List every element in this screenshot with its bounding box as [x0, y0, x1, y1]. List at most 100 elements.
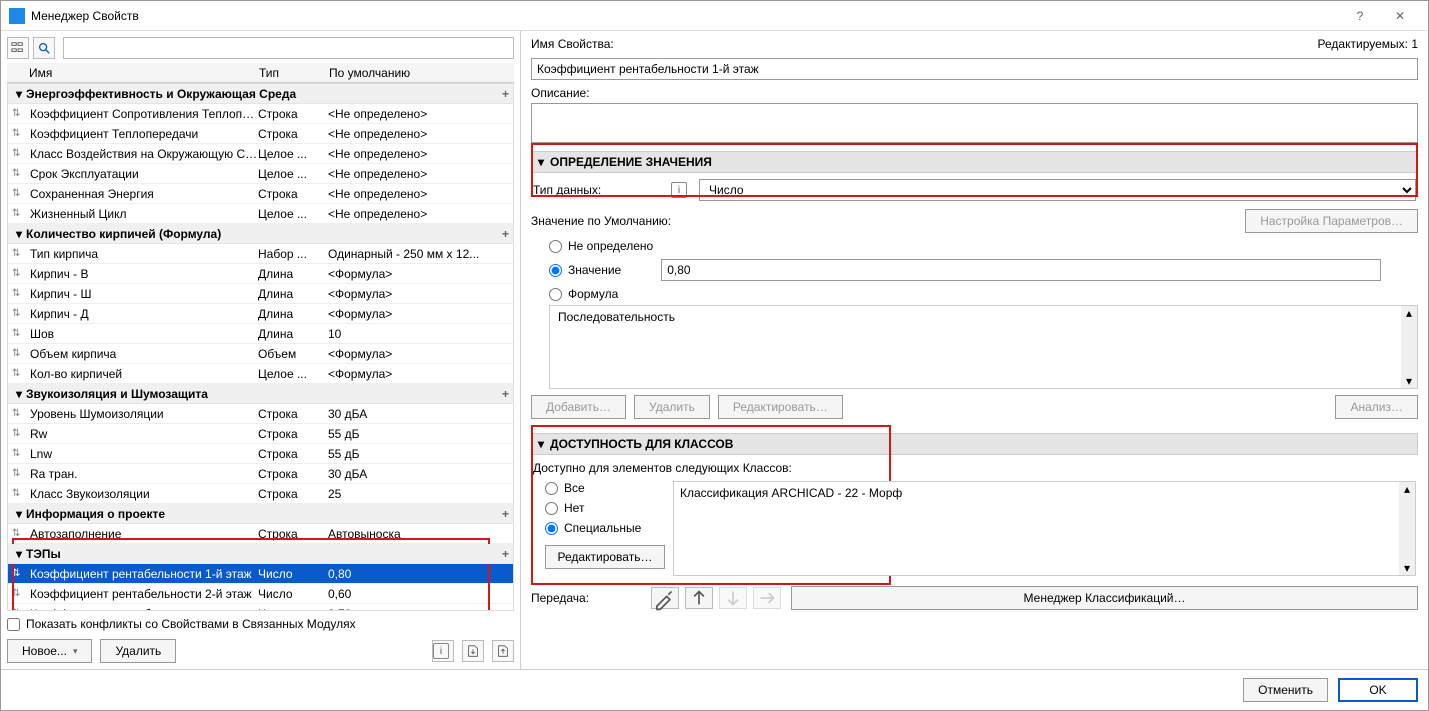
property-row[interactable]: ⇅Ra тран.Строка30 дБА: [8, 464, 513, 484]
prop-type: Длина: [258, 327, 328, 341]
default-value-input[interactable]: [661, 259, 1381, 281]
property-row[interactable]: ⇅АвтозаполнениеСтрокаАвтовыноска: [8, 524, 513, 544]
close-button[interactable]: ✕: [1380, 9, 1420, 23]
property-tree[interactable]: ▾Энергоэффективность и Окружающая Среда+…: [7, 83, 514, 611]
property-row[interactable]: ⇅Кирпич - ШДлина<Формула>: [8, 284, 513, 304]
add-property-icon[interactable]: +: [502, 227, 509, 241]
class-item[interactable]: Классификация ARCHICAD - 22 - Морф: [680, 486, 1409, 500]
drag-handle-icon[interactable]: ⇅: [12, 588, 26, 599]
undefined-radio[interactable]: Не определено: [549, 239, 1418, 253]
prop-type: Длина: [258, 287, 328, 301]
drag-handle-icon[interactable]: ⇅: [12, 328, 26, 339]
info-icon-button[interactable]: i: [432, 640, 454, 662]
export-icon-button[interactable]: [492, 640, 514, 662]
cancel-button[interactable]: Отменить: [1243, 678, 1328, 702]
scroll-up-icon[interactable]: ▴: [1406, 306, 1412, 320]
all-radio[interactable]: Все: [545, 481, 665, 495]
value-definition-section[interactable]: ▾ ОПРЕДЕЛЕНИЕ ЗНАЧЕНИЯ: [531, 151, 1418, 173]
group-row[interactable]: ▾Звукоизоляция и Шумозащита+: [8, 384, 513, 404]
property-row[interactable]: ⇅Срок ЭксплуатацииЦелое ...<Не определен…: [8, 164, 513, 184]
property-row[interactable]: ⇅Класс Воздействия на Окружающую СредуЦе…: [8, 144, 513, 164]
prop-name: Коэффициент рентабельности здания: [26, 607, 258, 612]
add-property-icon[interactable]: +: [502, 387, 509, 401]
drag-handle-icon[interactable]: ⇅: [12, 148, 26, 159]
group-row[interactable]: ▾ТЭПы+: [8, 544, 513, 564]
scroll-down-icon[interactable]: ▾: [1406, 374, 1412, 388]
prop-type: Целое ...: [258, 367, 328, 381]
drag-handle-icon[interactable]: ⇅: [12, 368, 26, 379]
import-icon-button[interactable]: [462, 640, 484, 662]
drag-handle-icon[interactable]: ⇅: [12, 308, 26, 319]
delete-button[interactable]: Удалить: [100, 639, 176, 663]
inject-up-icon[interactable]: [685, 587, 713, 609]
property-name-input[interactable]: [531, 58, 1418, 80]
group-row[interactable]: ▾Информация о проекте+: [8, 504, 513, 524]
drag-handle-icon[interactable]: ⇅: [12, 128, 26, 139]
property-row[interactable]: ⇅Жизненный ЦиклЦелое ...<Не определено>: [8, 204, 513, 224]
property-row[interactable]: ⇅Коэффициент Сопротивления Теплопер...Ст…: [8, 104, 513, 124]
prop-name: Коэффициент Сопротивления Теплопер...: [26, 107, 258, 121]
add-property-icon[interactable]: +: [502, 507, 509, 521]
drag-handle-icon[interactable]: ⇅: [12, 348, 26, 359]
class-list[interactable]: Классификация ARCHICAD - 22 - Морф ▴ ▾: [673, 481, 1416, 576]
property-row[interactable]: ⇅Коэффициент рентабельности зданияЧисло0…: [8, 604, 513, 611]
scroll-down-icon[interactable]: ▾: [1404, 561, 1410, 575]
drag-handle-icon[interactable]: ⇅: [12, 408, 26, 419]
ok-button[interactable]: OK: [1338, 678, 1418, 702]
drag-handle-icon[interactable]: ⇅: [12, 428, 26, 439]
search-icon[interactable]: [33, 37, 55, 59]
drag-handle-icon[interactable]: ⇅: [12, 208, 26, 219]
info-icon[interactable]: i: [671, 182, 687, 198]
property-row[interactable]: ⇅Кирпич - ДДлина<Формула>: [8, 304, 513, 324]
property-row[interactable]: ⇅ШовДлина10: [8, 324, 513, 344]
help-button[interactable]: ?: [1340, 9, 1380, 23]
drag-handle-icon[interactable]: ⇅: [12, 248, 26, 259]
drag-handle-icon[interactable]: ⇅: [12, 268, 26, 279]
drag-handle-icon[interactable]: ⇅: [12, 528, 26, 539]
group-row[interactable]: ▾Количество кирпичей (Формула)+: [8, 224, 513, 244]
property-row[interactable]: ⇅Объем кирпичаОбъем<Формула>: [8, 344, 513, 364]
value-radio[interactable]: Значение: [549, 263, 621, 277]
edit-classes-button[interactable]: Редактировать…: [545, 545, 665, 569]
property-row[interactable]: ⇅Коэффициент рентабельности 1-й этажЧисл…: [8, 564, 513, 584]
drag-handle-icon[interactable]: ⇅: [12, 488, 26, 499]
search-input[interactable]: [63, 37, 514, 59]
property-row[interactable]: ⇅Класс ЗвукоизоляцииСтрока25: [8, 484, 513, 504]
property-row[interactable]: ⇅Уровень ШумоизоляцииСтрока30 дБА: [8, 404, 513, 424]
property-row[interactable]: ⇅Кирпич - ВДлина<Формула>: [8, 264, 513, 284]
description-label: Описание:: [531, 86, 1418, 100]
none-radio[interactable]: Нет: [545, 501, 665, 515]
property-row[interactable]: ⇅Коэффициент ТеплопередачиСтрока<Не опре…: [8, 124, 513, 144]
tree-view-icon[interactable]: [7, 37, 29, 59]
add-property-icon[interactable]: +: [502, 547, 509, 561]
col-type: Тип: [259, 66, 329, 80]
group-row[interactable]: ▾Энергоэффективность и Окружающая Среда+: [8, 84, 513, 104]
drag-handle-icon[interactable]: ⇅: [12, 608, 26, 611]
drag-handle-icon[interactable]: ⇅: [12, 108, 26, 119]
add-property-icon[interactable]: +: [502, 87, 509, 101]
prop-default: 0,60: [328, 587, 513, 601]
scroll-up-icon[interactable]: ▴: [1404, 482, 1410, 496]
classification-manager-button[interactable]: Менеджер Классификаций…: [791, 586, 1418, 610]
new-button[interactable]: Новое...: [7, 639, 92, 663]
drag-handle-icon[interactable]: ⇅: [12, 288, 26, 299]
data-type-select[interactable]: Число: [699, 179, 1416, 201]
formula-radio[interactable]: Формула: [549, 287, 1418, 301]
description-input[interactable]: [531, 103, 1418, 143]
property-row[interactable]: ⇅Сохраненная ЭнергияСтрока<Не определено…: [8, 184, 513, 204]
property-row[interactable]: ⇅Кол-во кирпичейЦелое ...<Формула>: [8, 364, 513, 384]
property-row[interactable]: ⇅LnwСтрока55 дБ: [8, 444, 513, 464]
pipette-icon[interactable]: [651, 587, 679, 609]
drag-handle-icon[interactable]: ⇅: [12, 188, 26, 199]
property-row[interactable]: ⇅Коэффициент рентабельности 2-й этажЧисл…: [8, 584, 513, 604]
drag-handle-icon[interactable]: ⇅: [12, 568, 26, 579]
drag-handle-icon[interactable]: ⇅: [12, 448, 26, 459]
property-row[interactable]: ⇅RwСтрока55 дБ: [8, 424, 513, 444]
drag-handle-icon[interactable]: ⇅: [12, 468, 26, 479]
drag-handle-icon[interactable]: ⇅: [12, 168, 26, 179]
property-row[interactable]: ⇅Тип кирпичаНабор ...Одинарный - 250 мм …: [8, 244, 513, 264]
special-radio[interactable]: Специальные: [545, 521, 665, 535]
prop-default: 55 дБ: [328, 447, 513, 461]
class-availability-section[interactable]: ▾ ДОСТУПНОСТЬ ДЛЯ КЛАССОВ: [531, 433, 1418, 455]
show-conflicts-checkbox[interactable]: Показать конфликты со Свойствами в Связа…: [7, 617, 514, 631]
